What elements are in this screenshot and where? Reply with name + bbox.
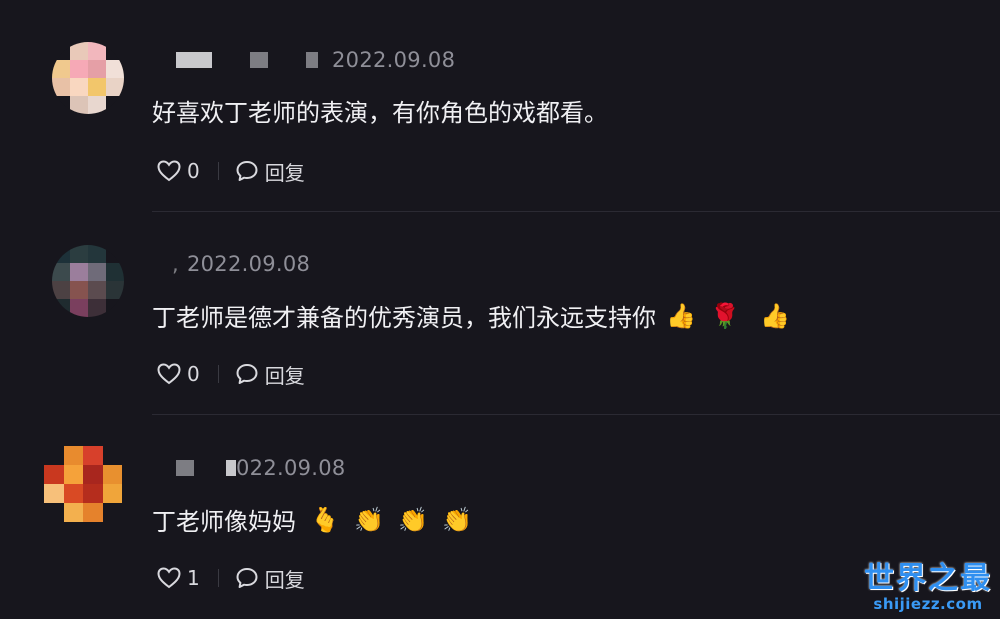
comment-date: 2022.09.08 [186, 252, 311, 276]
heart-outline-icon [157, 363, 181, 385]
comment-separator [152, 414, 1000, 415]
username-redacted [176, 52, 212, 68]
clapping-hands-emoji: 👏 [398, 505, 428, 534]
comment-separator [152, 211, 1000, 212]
speech-bubble-icon [236, 568, 258, 588]
comment-text: 好喜欢丁老师的表演，有你角色的戏都看。 [152, 93, 608, 128]
comment-text: 丁老师是德才兼备的优秀演员，我们永远支持你 👍 🌹 👍 [152, 298, 790, 333]
reply-label: 回复 [264, 363, 305, 388]
divider [217, 162, 219, 180]
comment-meta: , 2022.09.08 [172, 250, 310, 278]
comment-body: 好喜欢丁老师的表演，有你角色的戏都看。 [152, 99, 608, 127]
rose-emoji: 🌹 [710, 301, 740, 330]
watermark-logo: 世界之最 shijiezz.com [864, 553, 992, 613]
reply-button[interactable]: 回复 [235, 360, 305, 389]
comment-date: 022.09.08 [236, 456, 346, 480]
divider [217, 365, 219, 383]
heart-outline-icon [157, 160, 181, 182]
heart-outline-icon [157, 567, 181, 589]
thumbs-up-emoji: 👍 [760, 301, 790, 330]
finger-heart-emoji: 🫰 [310, 505, 340, 534]
comment-date: 2022.09.08 [332, 48, 456, 72]
watermark-url: shijiezz.com [873, 595, 983, 613]
like-button[interactable]: 1 [157, 566, 200, 590]
divider [217, 569, 219, 587]
reply-button[interactable]: 回复 [235, 157, 305, 186]
like-count: 0 [187, 159, 200, 183]
comment-date: , [172, 252, 179, 276]
username-redacted [176, 460, 194, 476]
comment-meta: 2022.09.08 [176, 46, 455, 74]
like-count: 0 [187, 362, 200, 386]
like-button[interactable]: 0 [157, 362, 200, 386]
avatar[interactable] [52, 42, 124, 114]
comment-meta: 022.09.08 [176, 454, 346, 482]
reply-button[interactable]: 回复 [235, 564, 305, 593]
thumbs-up-emoji: 👍 [666, 301, 696, 330]
username-redacted [250, 52, 268, 68]
comment-actions: 0 回复 [157, 156, 305, 186]
reply-label: 回复 [264, 160, 305, 185]
comment-actions: 0 回复 [157, 359, 305, 389]
username-redacted [226, 460, 236, 476]
speech-bubble-icon [236, 364, 258, 384]
reply-label: 回复 [264, 567, 305, 592]
avatar[interactable] [52, 245, 124, 317]
avatar[interactable] [44, 446, 122, 522]
watermark-title: 世界之最 [864, 561, 992, 596]
like-count: 1 [187, 566, 200, 590]
comment-actions: 1 回复 [157, 563, 305, 593]
comment-body: 丁老师像妈妈 [152, 508, 296, 536]
speech-bubble-icon [236, 161, 258, 181]
comment-text: 丁老师像妈妈 🫰 👏 👏 👏 [152, 502, 472, 537]
clapping-hands-emoji: 👏 [442, 505, 472, 534]
clapping-hands-emoji: 👏 [354, 505, 384, 534]
comment-body: 丁老师是德才兼备的优秀演员，我们永远支持你 [152, 304, 656, 332]
like-button[interactable]: 0 [157, 159, 200, 183]
username-redacted [306, 52, 318, 68]
